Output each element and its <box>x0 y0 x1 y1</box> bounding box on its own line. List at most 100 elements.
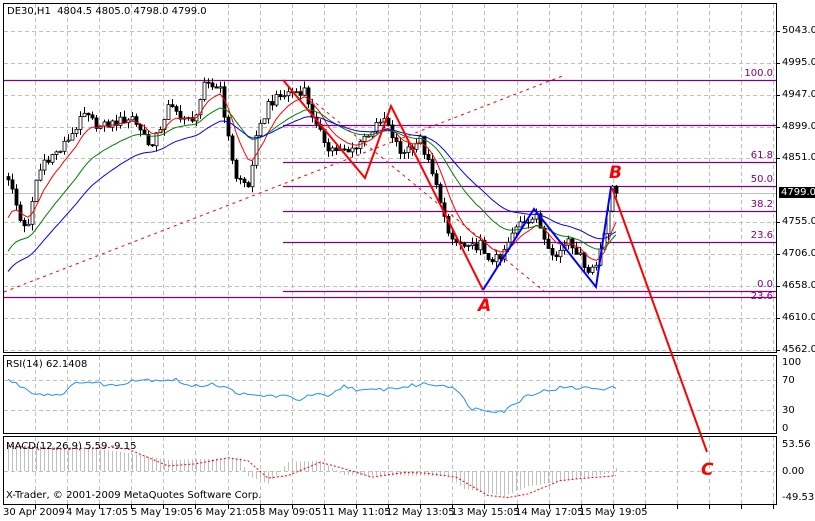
candle <box>402 152 407 154</box>
price-label: 4706.0 <box>782 248 815 260</box>
candle <box>214 86 219 89</box>
candle <box>374 122 379 133</box>
candle <box>142 129 147 135</box>
candle <box>174 106 179 112</box>
trendline-dashed <box>3 74 566 293</box>
price-label: 4995.0 <box>782 56 815 68</box>
candle <box>226 116 231 137</box>
candle <box>110 120 115 128</box>
fib-level-label: 50.0 <box>750 173 773 185</box>
candle <box>474 243 479 251</box>
macd-axis-min: -49.53 <box>782 492 815 503</box>
candle <box>258 122 263 137</box>
candle <box>154 132 159 147</box>
candle <box>526 221 531 224</box>
channel-line-dashed <box>299 89 546 293</box>
time-label: 30 Apr 2009 <box>3 507 65 518</box>
candle <box>434 173 439 185</box>
candle <box>462 243 467 247</box>
candle <box>586 267 591 273</box>
candle <box>10 179 15 190</box>
candle <box>246 182 251 188</box>
candle <box>558 249 563 258</box>
time-label: 14 May 17:05 <box>515 507 584 518</box>
candle <box>278 94 283 98</box>
candle <box>38 169 43 181</box>
candle <box>138 124 143 131</box>
candle <box>26 223 31 227</box>
main-panel <box>3 3 777 353</box>
fib-level-label: 23.6 <box>750 290 773 302</box>
candle <box>270 101 275 106</box>
rsi-axis-100: 100 <box>782 357 802 368</box>
candle <box>282 95 287 98</box>
candle <box>530 218 535 223</box>
candle <box>234 159 239 179</box>
candle <box>254 135 259 166</box>
candle <box>82 112 87 117</box>
candle <box>242 178 247 184</box>
price-label: 4899.0 <box>782 120 815 132</box>
candle <box>574 247 579 255</box>
time-label: 6 May 21:05 <box>196 507 259 518</box>
candle <box>118 116 123 126</box>
candle <box>582 252 587 268</box>
candle <box>90 114 95 119</box>
rsi-axis-0: 0 <box>782 423 789 434</box>
time-label: 11 May 11:05 <box>322 507 391 518</box>
candle <box>342 148 347 151</box>
candle <box>170 104 175 108</box>
candle <box>570 238 575 249</box>
candle <box>450 232 455 240</box>
candle <box>86 112 91 116</box>
candle <box>218 86 223 89</box>
candle <box>494 254 499 263</box>
candle <box>50 154 55 163</box>
fib-level-label: 0.0 <box>757 278 773 290</box>
candle <box>566 238 571 246</box>
candle <box>330 147 335 152</box>
price-label: 4947.0 <box>782 88 815 100</box>
candle <box>130 116 135 121</box>
candle <box>466 245 471 247</box>
projection-line-bc <box>611 187 708 453</box>
candle <box>354 147 359 150</box>
candle <box>366 135 371 138</box>
candle <box>614 185 619 194</box>
current-price-label: 4799.0 <box>779 187 815 198</box>
candle <box>594 264 599 268</box>
candle <box>230 135 235 161</box>
candle <box>42 159 47 171</box>
candle <box>266 101 271 120</box>
rsi-axis-70: 70 <box>782 375 795 386</box>
rsi-axis-30: 30 <box>782 405 795 416</box>
time-label: 12 May 13:05 <box>386 507 455 518</box>
candle <box>102 121 107 127</box>
time-label: 13 May 15:05 <box>451 507 520 518</box>
symbol-header: DE30,H1 4804.5 4805.0 4798.0 4799.0 <box>7 6 207 17</box>
candle <box>546 238 551 249</box>
candle <box>22 220 27 227</box>
candle <box>294 91 299 94</box>
candle <box>398 141 403 154</box>
candle <box>70 133 75 141</box>
candle <box>578 252 583 255</box>
wave-label-c: C <box>701 460 714 480</box>
candle <box>150 144 155 147</box>
candle <box>122 116 127 124</box>
candle <box>46 159 51 163</box>
macd-axis-max: 53.56 <box>782 439 811 450</box>
time-label: 8 May 09:05 <box>259 507 322 518</box>
candle <box>490 259 495 263</box>
candle <box>238 177 243 180</box>
fib-level-label: 38.2 <box>750 198 773 210</box>
candle <box>62 140 67 152</box>
price-label: 4562.0 <box>782 343 815 355</box>
candle <box>166 104 171 120</box>
candle <box>438 184 443 204</box>
candle <box>250 164 255 188</box>
candle <box>34 179 39 202</box>
zigzag-blue <box>482 186 612 291</box>
candle <box>386 117 391 126</box>
candle <box>350 147 355 153</box>
